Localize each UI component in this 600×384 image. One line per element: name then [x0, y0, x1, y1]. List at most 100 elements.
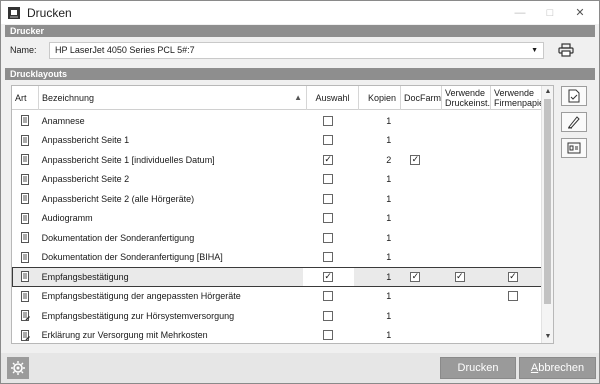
row-docfarm-cell: [395, 287, 435, 307]
document-icon: [20, 115, 29, 127]
row-kopien[interactable]: 2: [354, 150, 395, 170]
column-header-auswahl[interactable]: Auswahl: [307, 86, 359, 110]
table-row[interactable]: Anpassbericht Seite 1 1: [12, 131, 542, 151]
column-header-druckeinst[interactable]: Verwende Druckeinst.: [442, 86, 491, 110]
signature-pen-icon: [568, 116, 580, 129]
auswahl-checkbox[interactable]: ✓: [323, 271, 334, 282]
row-firmenpapier-cell: [484, 326, 542, 344]
row-type-cell: [12, 170, 39, 190]
row-docfarm-cell: [395, 189, 435, 209]
row-name: Erklärung zur Versorgung mit Mehrkosten: [41, 330, 208, 341]
row-druckeinst-cell: [436, 209, 484, 229]
table-row[interactable]: Empfangsbestätigung zur Hörsystemversorg…: [12, 306, 542, 326]
table-row[interactable]: Empfangsbestätigung ✓ 1 ✓ ✓ ✓: [12, 267, 542, 287]
row-kopien[interactable]: 1: [354, 209, 395, 229]
document-edit-icon: [20, 310, 30, 322]
card-button[interactable]: [561, 138, 587, 158]
printer-icon: [558, 43, 574, 57]
table-row[interactable]: Dokumentation der Sonderanfertigung 1: [12, 228, 542, 248]
document-icon: [20, 173, 29, 185]
table-row[interactable]: Erklärung zur Versorgung mit Mehrkosten 1: [12, 326, 542, 344]
druckeinst-checkbox[interactable]: ✓: [454, 271, 465, 282]
table-row[interactable]: Audiogramm 1: [12, 209, 542, 229]
auswahl-checkbox[interactable]: [323, 330, 334, 341]
auswahl-checkbox[interactable]: [323, 232, 334, 243]
auswahl-checkbox[interactable]: [323, 135, 334, 146]
row-kopien[interactable]: 1: [354, 326, 395, 344]
row-kopien[interactable]: 1: [354, 248, 395, 268]
row-firmenpapier-cell: [484, 248, 542, 268]
column-header-kopien[interactable]: Kopien: [359, 86, 401, 110]
row-kopien[interactable]: 1: [354, 111, 395, 131]
row-type-cell: [12, 111, 39, 131]
row-name: Dokumentation der Sonderanfertigung: [41, 232, 195, 243]
column-header-druckeinst-line2: Druckeinst.: [445, 98, 491, 108]
firmenpapier-checkbox[interactable]: ✓: [507, 271, 518, 282]
title-bar: Drucken — □ ✕: [1, 1, 599, 24]
row-druckeinst-cell: ✓: [435, 267, 484, 287]
printer-settings-button[interactable]: [555, 40, 577, 60]
printer-section-header: Drucker: [5, 25, 595, 37]
auswahl-checkbox[interactable]: [323, 291, 334, 302]
row-type-cell: [12, 228, 39, 248]
row-name: Empfangsbestätigung der angepassten Hörg…: [41, 291, 241, 302]
print-button[interactable]: Drucken: [440, 357, 516, 379]
row-druckeinst-cell: [436, 111, 484, 131]
row-kopien[interactable]: 1: [354, 131, 395, 151]
row-type-cell: [12, 209, 39, 229]
printer-select[interactable]: HP LaserJet 4050 Series PCL 5#:7 ▼: [49, 41, 544, 59]
layouts-section-header: Drucklayouts: [5, 68, 595, 80]
docfarm-checkbox[interactable]: ✓: [410, 271, 421, 282]
preview-button[interactable]: [561, 86, 587, 106]
auswahl-checkbox[interactable]: [323, 193, 334, 204]
cancel-button[interactable]: Abbrechen: [519, 357, 596, 379]
table-row[interactable]: Anpassbericht Seite 1 [individuelles Dat…: [12, 150, 542, 170]
printer-name-label: Name:: [10, 45, 37, 55]
firmenpapier-checkbox[interactable]: [507, 291, 518, 302]
row-firmenpapier-cell: [484, 287, 542, 307]
grid-header: Art Bezeichnung ▲ Auswahl Kopien DocFarm…: [12, 86, 542, 110]
table-row[interactable]: Empfangsbestätigung der angepassten Hörg…: [12, 287, 542, 307]
row-docfarm-cell: [395, 111, 435, 131]
row-type-cell: [12, 131, 39, 151]
column-header-firmenpapier[interactable]: Verwende Firmenpapier: [491, 86, 542, 110]
settings-button[interactable]: [7, 357, 29, 379]
docfarm-checkbox[interactable]: ✓: [410, 154, 421, 165]
row-druckeinst-cell: [436, 150, 484, 170]
auswahl-checkbox[interactable]: [323, 174, 334, 185]
row-kopien[interactable]: 1: [354, 306, 395, 326]
scrollbar-thumb[interactable]: [544, 99, 551, 304]
table-row[interactable]: Anamnese 1: [12, 111, 542, 131]
column-header-bezeichnung[interactable]: Bezeichnung ▲: [39, 86, 307, 110]
auswahl-checkbox[interactable]: [323, 115, 334, 126]
auswahl-checkbox[interactable]: [323, 252, 334, 263]
close-button[interactable]: ✕: [565, 4, 595, 21]
table-row[interactable]: Anpassbericht Seite 2 (alle Hörgeräte) 1: [12, 189, 542, 209]
row-docfarm-cell: ✓: [395, 267, 436, 287]
auswahl-checkbox[interactable]: [323, 213, 334, 224]
row-auswahl-cell: ✓: [303, 150, 354, 170]
row-auswahl-cell: [303, 131, 354, 151]
column-header-art[interactable]: Art: [12, 86, 39, 110]
column-header-docfarm[interactable]: DocFarm: [401, 86, 442, 110]
document-preview-icon: [568, 89, 580, 103]
auswahl-checkbox[interactable]: ✓: [323, 154, 334, 165]
vertical-scrollbar[interactable]: ▲ ▼: [541, 86, 553, 343]
layouts-grid: Art Bezeichnung ▲ Auswahl Kopien DocFarm…: [11, 85, 554, 344]
row-name: Dokumentation der Sonderanfertigung [BIH…: [41, 252, 223, 263]
table-row[interactable]: Anpassbericht Seite 2 1: [12, 170, 542, 190]
scroll-up-icon[interactable]: ▲: [542, 86, 553, 98]
app-icon: [6, 5, 22, 21]
row-kopien[interactable]: 1: [354, 170, 395, 190]
row-name: Anpassbericht Seite 2 (alle Hörgeräte): [41, 193, 195, 204]
row-kopien[interactable]: 1: [354, 287, 395, 307]
row-kopien[interactable]: 1: [354, 189, 395, 209]
sign-button[interactable]: [561, 112, 587, 132]
scroll-down-icon[interactable]: ▼: [542, 331, 553, 343]
row-kopien[interactable]: 1: [354, 228, 395, 248]
table-row[interactable]: Dokumentation der Sonderanfertigung [BIH…: [12, 248, 542, 268]
row-druckeinst-cell: [436, 170, 484, 190]
row-kopien[interactable]: 1: [353, 267, 396, 287]
document-edit-icon: [20, 329, 30, 341]
auswahl-checkbox[interactable]: [323, 310, 334, 321]
